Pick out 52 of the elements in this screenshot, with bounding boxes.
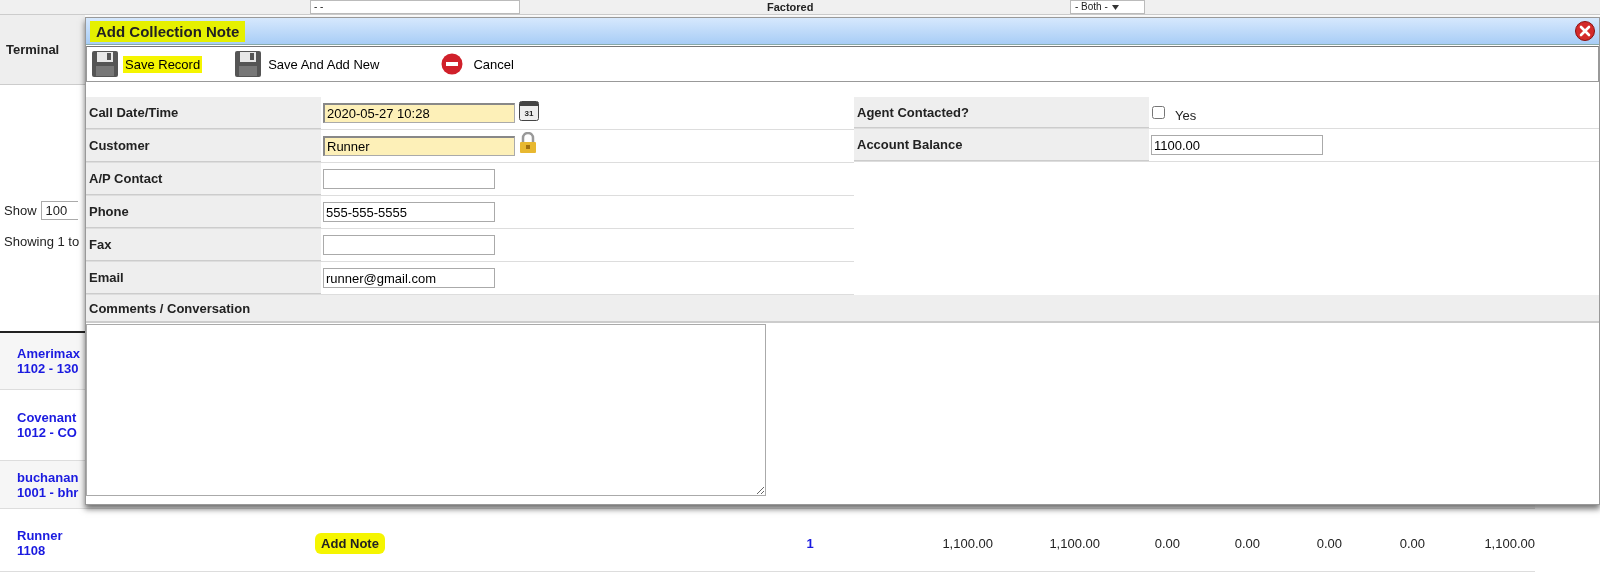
input-field[interactable]: 555-555-5555 — [323, 202, 495, 222]
comments-label: Comments / Conversation — [86, 295, 1599, 323]
input-field[interactable]: Runner — [323, 136, 515, 156]
customer-code[interactable]: 1108 — [17, 543, 46, 558]
field-label: A/P Contact — [86, 163, 321, 195]
field-label: Fax — [86, 229, 321, 261]
amount-cell: 1,100.00 — [942, 535, 993, 551]
input-field[interactable]: runner@gmail.com — [323, 268, 495, 288]
lock-icon — [519, 132, 537, 154]
amount-cell: 0.00 — [1316, 535, 1342, 551]
checkbox-label: Yes — [1175, 108, 1197, 123]
field-label: Phone — [86, 196, 321, 228]
field-label: Call Date/Time — [86, 97, 321, 129]
checkbox[interactable] — [1152, 106, 1165, 119]
field-label: Account Balance — [854, 129, 1149, 161]
filter-field[interactable]: - - — [310, 0, 520, 14]
customer-link[interactable]: buchanan — [17, 469, 79, 485]
amount-cell: 0.00 — [1399, 535, 1425, 551]
filter-label: Factored — [767, 1, 815, 13]
filter-select[interactable]: - Both - — [1070, 0, 1145, 14]
caret-icon — [1111, 4, 1119, 10]
amount-cell: 1,100.00 — [1049, 535, 1100, 551]
count-link[interactable]: 1 — [806, 535, 814, 551]
save-button[interactable]: Save And Add New — [230, 48, 386, 80]
customer-link[interactable]: Covenant — [17, 410, 77, 425]
field-label: Email — [86, 262, 321, 294]
input-field[interactable]: 1100.00 — [1151, 135, 1323, 155]
amount-cell: 0.00 — [1154, 535, 1180, 551]
page-size-select[interactable]: 100 — [40, 201, 78, 220]
calendar-icon[interactable]: 31 — [519, 101, 539, 121]
cancel-icon — [441, 53, 464, 75]
customer-code[interactable]: 1001 - bhr — [17, 484, 79, 500]
showing-text: Showing 1 to — [4, 234, 80, 249]
input-field[interactable]: 2020-05-27 10:28 — [323, 103, 515, 123]
customer-link[interactable]: Runner — [17, 528, 63, 543]
input-field[interactable] — [323, 235, 495, 255]
comments-field[interactable] — [86, 324, 766, 496]
cancel-button[interactable]: Cancel — [437, 48, 520, 80]
add-note-link[interactable]: Add Note — [315, 532, 385, 554]
customer-link[interactable]: Amerimax — [17, 346, 80, 361]
field-label: Agent Contacted? — [854, 97, 1149, 128]
dialog-title: Add Collection Note — [90, 20, 246, 42]
amount-cell: 0.00 — [1234, 535, 1260, 551]
input-field[interactable] — [323, 169, 495, 189]
show-label: Show — [4, 203, 37, 218]
close-icon[interactable] — [1575, 21, 1595, 41]
terminal-label: Terminal — [0, 15, 85, 85]
field-label: Customer — [86, 130, 321, 162]
customer-code[interactable]: 1012 - CO — [17, 425, 77, 440]
amount-cell: 1,100.00 — [1484, 535, 1535, 551]
save-button[interactable]: Save Record — [87, 48, 207, 80]
customer-code[interactable]: 1102 - 130 — [17, 361, 79, 376]
